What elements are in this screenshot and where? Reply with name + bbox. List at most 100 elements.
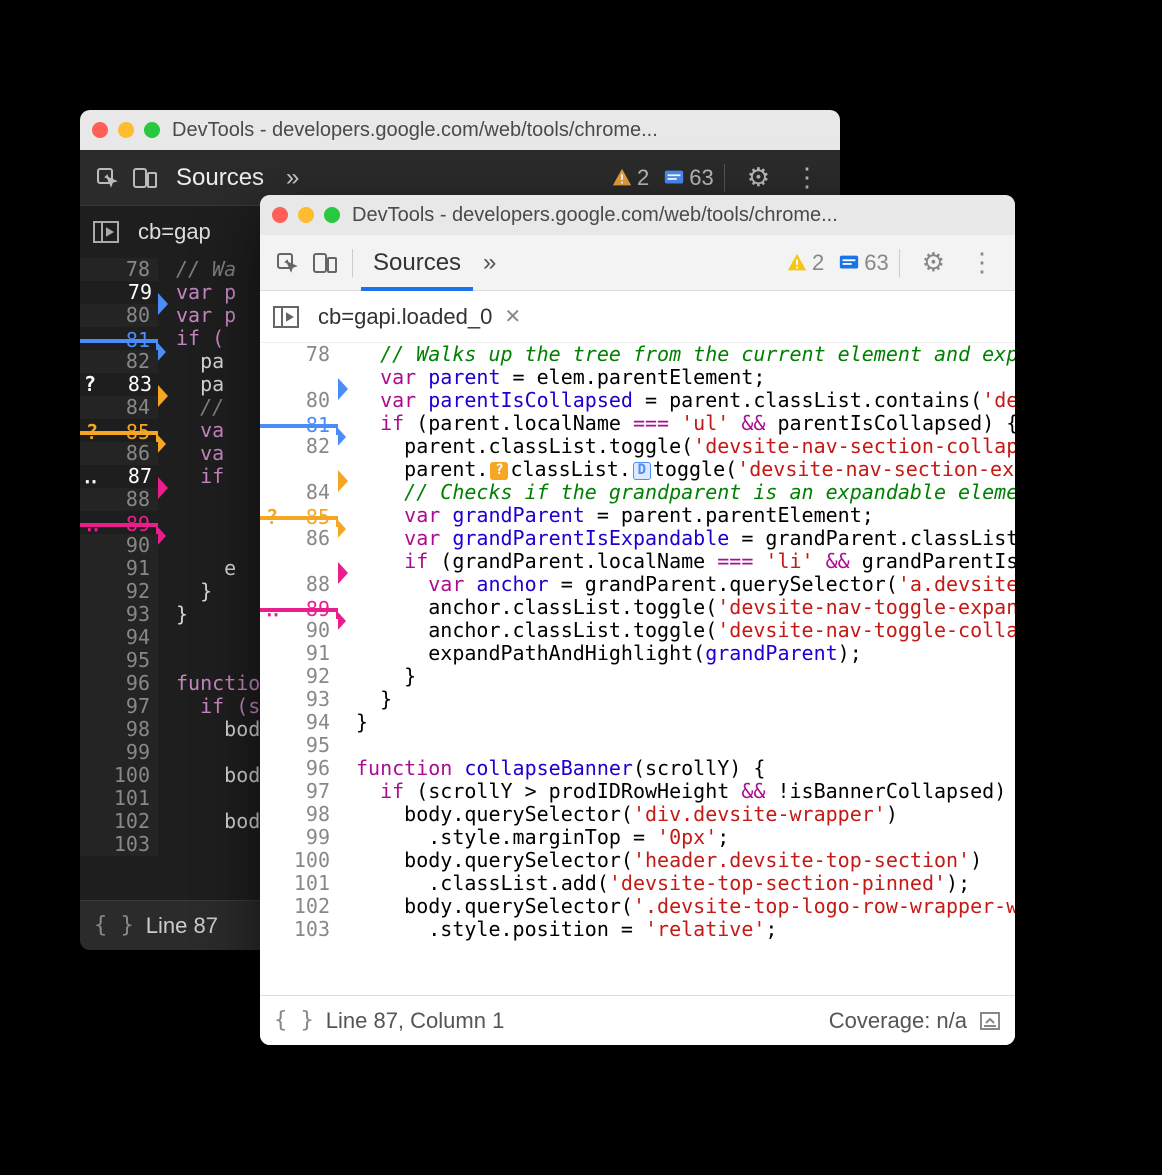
close-icon[interactable] (272, 207, 288, 223)
line-gutter[interactable]: 80 (80, 304, 158, 327)
code-line[interactable]: 85 var grandParent = parent.parentElemen… (260, 504, 1015, 527)
breakpoint-marker[interactable]: 85 (260, 516, 338, 520)
code-line[interactable]: 82 parent.classList.toggle('devsite-nav-… (260, 435, 1015, 458)
tab-sources[interactable]: Sources (361, 249, 473, 277)
line-gutter[interactable]: 80 (260, 389, 338, 412)
minimize-icon[interactable] (118, 122, 134, 138)
settings-icon[interactable]: ⚙ (735, 162, 782, 193)
warning-icon[interactable] (611, 167, 633, 189)
line-gutter[interactable]: 98 (260, 803, 338, 826)
breakpoint-marker[interactable]: 89 (80, 523, 158, 527)
code-line[interactable]: 98 body.querySelector('div.devsite-wrapp… (260, 803, 1015, 826)
line-gutter[interactable]: 97 (80, 695, 158, 718)
line-gutter[interactable]: 88 (80, 488, 158, 511)
warning-icon[interactable] (786, 252, 808, 274)
line-gutter[interactable]: 100 (80, 764, 158, 787)
code-editor[interactable]: 78 // Walks up the tree from the current… (260, 343, 1015, 941)
code-line[interactable]: 94} (260, 711, 1015, 734)
code-line[interactable]: 80 var parentIsCollapsed = parent.classL… (260, 389, 1015, 412)
code-line[interactable]: 95 (260, 734, 1015, 757)
line-gutter[interactable]: 102 (260, 895, 338, 918)
line-gutter[interactable]: 78 (80, 258, 158, 281)
line-gutter[interactable]: 94 (260, 711, 338, 734)
breakpoint-marker[interactable]: 81 (260, 424, 338, 428)
line-gutter[interactable]: 84 (80, 396, 158, 419)
line-gutter[interactable]: 101 (260, 872, 338, 895)
inspect-icon[interactable] (88, 166, 126, 190)
code-line[interactable]: 92 } (260, 665, 1015, 688)
code-line[interactable]: 89 anchor.classList.toggle('devsite-nav-… (260, 596, 1015, 619)
line-gutter[interactable]: 93 (260, 688, 338, 711)
code-line[interactable]: 96function collapseBanner(scrollY) { (260, 757, 1015, 780)
line-gutter[interactable]: 98 (80, 718, 158, 741)
line-gutter[interactable]: 82 (80, 350, 158, 373)
maximize-icon[interactable] (144, 122, 160, 138)
line-gutter[interactable]: 91 (260, 642, 338, 665)
device-toggle-icon[interactable] (306, 252, 344, 274)
line-gutter[interactable]: 86 (260, 527, 338, 550)
code-line[interactable]: 84 // Checks if the grandparent is an ex… (260, 481, 1015, 504)
line-gutter[interactable]: 99 (80, 741, 158, 764)
line-gutter[interactable]: 92 (80, 580, 158, 603)
debugger-pane-icon[interactable] (268, 306, 304, 328)
code-line[interactable]: 97 if (scrollY > prodIDRowHeight && !isB… (260, 780, 1015, 803)
code-line[interactable]: 100 body.querySelector('header.devsite-t… (260, 849, 1015, 872)
pretty-print-icon[interactable]: { } (274, 1008, 314, 1033)
code-line[interactable]: 86 var grandParentIsExpandable = grandPa… (260, 527, 1015, 550)
titlebar[interactable]: DevTools - developers.google.com/web/too… (80, 110, 840, 150)
message-icon[interactable] (663, 167, 685, 189)
line-gutter[interactable]: 91 (80, 557, 158, 580)
more-tabs-icon[interactable]: » (473, 249, 506, 277)
line-gutter[interactable]: 97 (260, 780, 338, 803)
line-gutter[interactable]: 78 (260, 343, 338, 366)
line-gutter[interactable]: 84 (260, 481, 338, 504)
line-gutter[interactable]: 88 (260, 573, 338, 596)
code-line[interactable]: 103 .style.position = 'relative'; (260, 918, 1015, 941)
menu-icon[interactable]: ⋮ (957, 247, 1007, 278)
line-gutter[interactable]: 90 (80, 534, 158, 557)
line-gutter[interactable]: 101 (80, 787, 158, 810)
line-gutter[interactable]: 92 (260, 665, 338, 688)
titlebar[interactable]: DevTools - developers.google.com/web/too… (260, 195, 1015, 235)
code-line[interactable]: 99 .style.marginTop = '0px'; (260, 826, 1015, 849)
inspect-icon[interactable] (268, 251, 306, 275)
line-gutter[interactable]: 90 (260, 619, 338, 642)
close-tab-icon[interactable]: ✕ (504, 304, 521, 329)
line-gutter[interactable]: 96 (260, 757, 338, 780)
code-line[interactable]: 91 expandPathAndHighlight(grandParent); (260, 642, 1015, 665)
drawer-toggle-icon[interactable] (979, 1011, 1001, 1031)
code-line[interactable]: 90 anchor.classList.toggle('devsite-nav-… (260, 619, 1015, 642)
line-gutter[interactable]: 102 (80, 810, 158, 833)
code-line[interactable]: 83 parent.?classList.Dtoggle('devsite-na… (260, 458, 1015, 481)
inline-breakpoint-icon[interactable]: D (633, 462, 651, 480)
menu-icon[interactable]: ⋮ (782, 162, 832, 193)
code-line[interactable]: 88 var anchor = grandParent.querySelecto… (260, 573, 1015, 596)
line-gutter[interactable]: 100 (260, 849, 338, 872)
line-gutter[interactable]: 94 (80, 626, 158, 649)
settings-icon[interactable]: ⚙ (910, 247, 957, 278)
breakpoint-marker[interactable]: 85 (80, 431, 158, 435)
line-gutter[interactable]: 99 (260, 826, 338, 849)
code-line[interactable]: 101 .classList.add('devsite-top-section-… (260, 872, 1015, 895)
line-gutter[interactable]: 95 (80, 649, 158, 672)
file-tab[interactable]: cb=gapi.loaded_0 (318, 304, 492, 330)
code-line[interactable]: 87 if (grandParent.localName === 'li' &&… (260, 550, 1015, 573)
more-tabs-icon[interactable]: » (276, 164, 309, 192)
breakpoint-marker[interactable]: 81 (80, 339, 158, 343)
pretty-print-icon[interactable]: { } (94, 913, 134, 938)
line-gutter[interactable]: 96 (80, 672, 158, 695)
file-tab[interactable]: cb=gap (138, 219, 211, 245)
code-line[interactable]: 78 // Walks up the tree from the current… (260, 343, 1015, 366)
tab-sources[interactable]: Sources (164, 164, 276, 192)
line-gutter[interactable]: 86 (80, 442, 158, 465)
close-icon[interactable] (92, 122, 108, 138)
message-icon[interactable] (838, 252, 860, 274)
line-gutter[interactable]: 103 (260, 918, 338, 941)
debugger-pane-icon[interactable] (88, 221, 124, 243)
inline-breakpoint-icon[interactable]: ? (490, 462, 508, 480)
breakpoint-marker[interactable]: 89 (260, 608, 338, 612)
code-line[interactable]: 93 } (260, 688, 1015, 711)
line-gutter[interactable]: 82 (260, 435, 338, 458)
code-line[interactable]: 79 var parent = elem.parentElement; (260, 366, 1015, 389)
code-line[interactable]: 102 body.querySelector('.devsite-top-log… (260, 895, 1015, 918)
